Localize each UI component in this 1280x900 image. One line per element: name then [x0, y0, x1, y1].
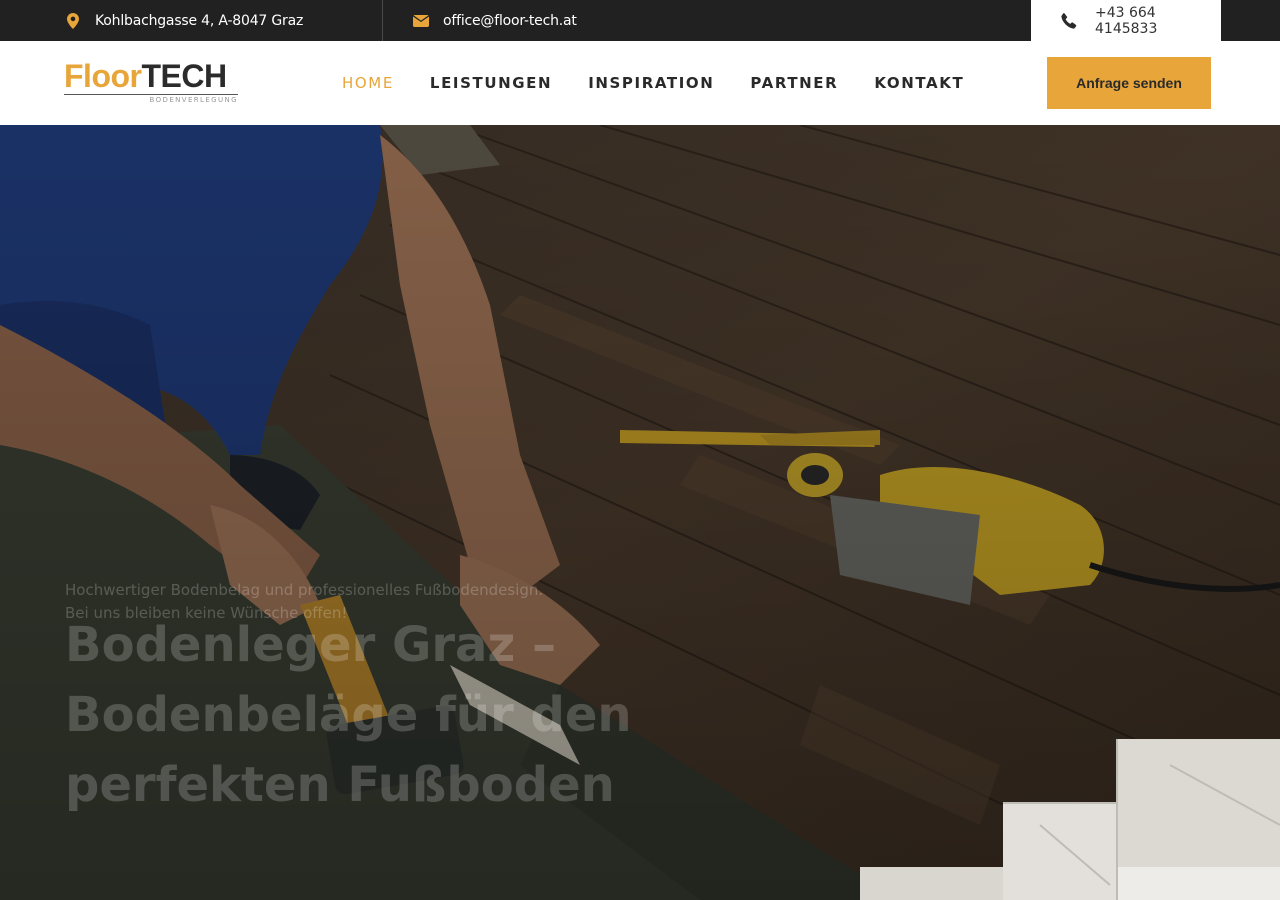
logo-part-floor: Floor	[64, 58, 142, 94]
phone-icon	[1061, 12, 1077, 29]
logo-part-tech: TECH	[141, 58, 227, 94]
floortech-logo[interactable]: FloorTECH BODENVERLEGUNG	[64, 59, 240, 107]
email-link[interactable]: office@floor-tech.at	[443, 13, 577, 29]
main-header: FloorTECH BODENVERLEGUNG HOME LEISTUNGEN…	[0, 41, 1280, 125]
envelope-icon	[413, 13, 429, 29]
email-item[interactable]: office@floor-tech.at	[413, 0, 577, 41]
top-info-bar: Kohlbachgasse 4, A-8047 Graz office@floo…	[0, 0, 1280, 41]
main-navigation: HOME LEISTUNGEN INSPIRATION PARTNER KONT…	[342, 41, 1000, 125]
hero-section: Hochwertiger Bodenbelag und professionel…	[0, 125, 1280, 900]
logo-underline	[64, 94, 238, 95]
address-text: Kohlbachgasse 4, A-8047 Graz	[95, 12, 304, 29]
nav-item-kontakt[interactable]: KONTAKT	[874, 74, 964, 92]
address-item: Kohlbachgasse 4, A-8047 Graz	[65, 0, 303, 41]
phone-box[interactable]: +43 664 4145833	[1031, 0, 1221, 41]
nav-item-partner[interactable]: PARTNER	[750, 74, 838, 92]
nav-item-leistungen[interactable]: LEISTUNGEN	[430, 74, 552, 92]
nav-item-home[interactable]: HOME	[342, 74, 394, 92]
send-request-button[interactable]: Anfrage senden	[1047, 57, 1211, 109]
logo-wordmark: FloorTECH	[64, 59, 240, 93]
phone-link[interactable]: +43 664 4145833	[1095, 5, 1221, 37]
topbar-divider	[382, 0, 383, 41]
nav-item-inspiration[interactable]: INSPIRATION	[588, 74, 714, 92]
map-marker-icon	[65, 12, 81, 29]
hero-headline: Bodenleger Graz – Bodenbeläge für den pe…	[65, 617, 632, 813]
logo-subtitle: BODENVERLEGUNG	[149, 96, 238, 104]
